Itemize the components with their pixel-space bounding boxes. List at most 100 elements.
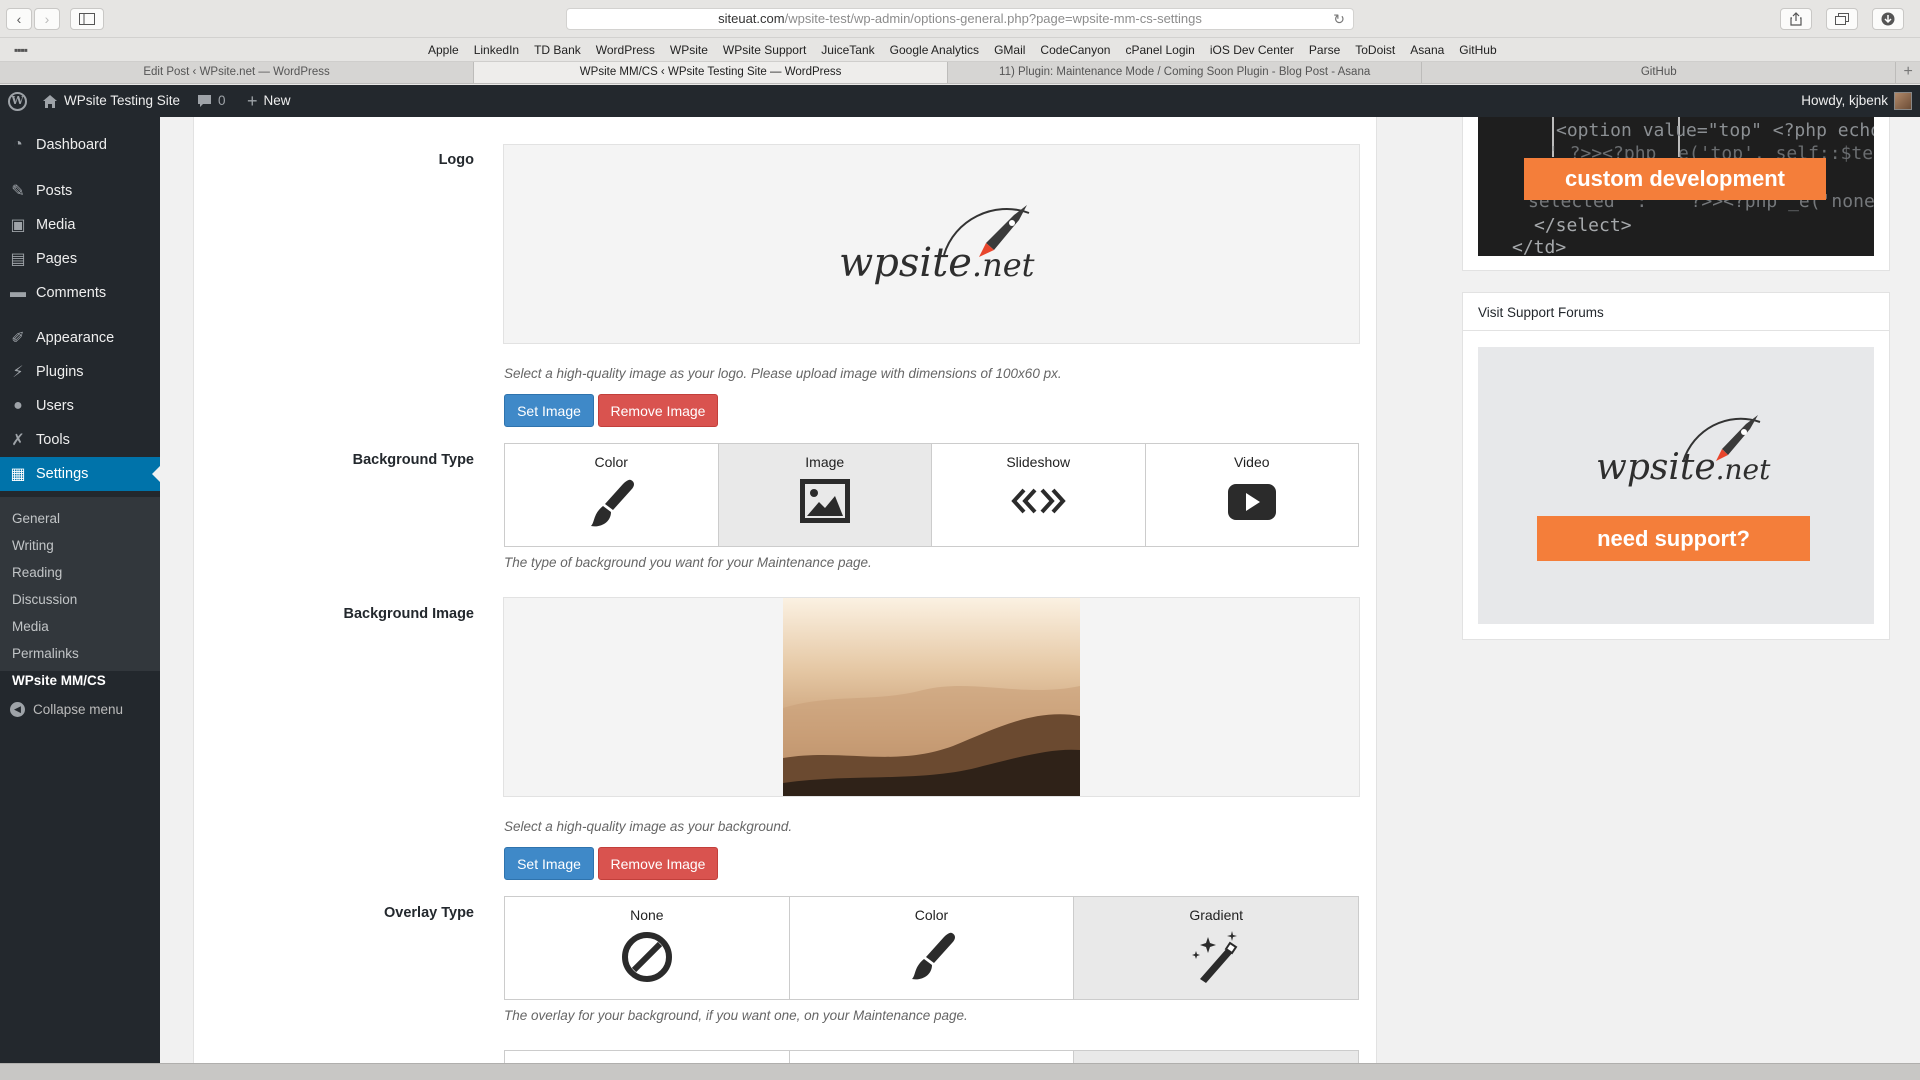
browser-tab[interactable]: 11) Plugin: Maintenance Mode / Coming So… — [948, 62, 1423, 83]
background-remove-image-button[interactable]: Remove Image — [598, 847, 718, 880]
sidebar-item-settings[interactable]: ▦ Settings — [0, 457, 160, 491]
media-icon: ▣ — [10, 217, 26, 234]
bookmark-ios-dev-center[interactable]: iOS Dev Center — [1210, 43, 1294, 57]
bookmark-google-analytics[interactable]: Google Analytics — [890, 43, 979, 57]
submenu-item-discussion[interactable]: Discussion — [12, 592, 77, 607]
bookmark-gmail[interactable]: GMail — [994, 43, 1025, 57]
overlay-type-label: Overlay Type — [383, 905, 474, 921]
magic-wand-icon — [1192, 931, 1238, 983]
browser-tab-strip: Edit Post ‹ WPsite.net — WordPress WPsit… — [0, 62, 1920, 84]
downloads-button[interactable] — [1872, 8, 1904, 30]
background-type-video-option[interactable]: Video — [1146, 444, 1359, 546]
background-set-image-button[interactable]: Set Image — [504, 847, 594, 880]
bookmark-github[interactable]: GitHub — [1459, 43, 1496, 57]
collapse-arrow-icon: ◀ — [10, 702, 25, 717]
bookmark-codecanyon[interactable]: CodeCanyon — [1040, 43, 1110, 57]
partial-option — [505, 1051, 790, 1063]
sidebar-item-dashboard[interactable]: ◔ Dashboard — [0, 128, 160, 162]
rocket-icon — [1682, 415, 1761, 463]
account-menu[interactable]: Howdy, kjbenk — [1801, 85, 1912, 117]
howdy-text: Howdy, kjbenk — [1801, 93, 1888, 108]
tabs-overview-button[interactable] — [1826, 8, 1858, 30]
comments-menu[interactable]: 0 — [197, 85, 226, 117]
apps-grid-icon[interactable]: ▪▪▪▪ — [14, 43, 28, 57]
bookmark-juicetank[interactable]: JuiceTank — [821, 43, 874, 57]
browser-tab-active[interactable]: WPsite MM/CS ‹ WPsite Testing Site — Wor… — [474, 62, 949, 83]
submenu-item-wpsite-mmcs[interactable]: WPsite MM/CS — [12, 673, 106, 688]
background-type-label: Background Type — [352, 452, 474, 468]
comments-count: 0 — [218, 93, 226, 108]
submenu-item-reading[interactable]: Reading — [12, 565, 62, 580]
option-label: Color — [914, 907, 949, 923]
sidebar-item-users[interactable]: ● Users — [0, 389, 160, 423]
bookmark-cpanel-login[interactable]: cPanel Login — [1125, 43, 1194, 57]
url-bar[interactable]: siteuat.com/wpsite-test/wp-admin/options… — [566, 8, 1354, 30]
option-label: None — [630, 907, 664, 923]
collapse-menu-button[interactable]: ◀ Collapse menu — [10, 702, 123, 717]
reload-icon[interactable]: ↻ — [1333, 9, 1345, 29]
collapse-menu-label: Collapse menu — [33, 702, 124, 717]
background-type-slideshow-option[interactable]: Slideshow — [932, 444, 1146, 546]
sidebar-item-pages[interactable]: ▤ Pages — [0, 242, 160, 276]
sidebar-item-label: Appearance — [36, 330, 115, 346]
tabs-icon — [1835, 13, 1849, 25]
window-bottom-edge — [0, 1063, 1920, 1080]
new-content-menu[interactable]: + New — [247, 85, 291, 117]
submenu-item-writing[interactable]: Writing — [12, 538, 54, 553]
sidebar-item-label: Users — [36, 398, 74, 414]
sidebar-item-tools[interactable]: ✗ Tools — [0, 423, 160, 457]
sidebar-item-appearance[interactable]: ✐ Appearance — [0, 321, 160, 355]
image-icon — [799, 479, 850, 523]
overlay-type-none-option[interactable]: None — [505, 897, 790, 999]
bookmark-wpsite[interactable]: WPsite — [670, 43, 708, 57]
logo-preview-box: wpsite.net — [503, 144, 1360, 344]
sidebar-item-media[interactable]: ▣ Media — [0, 208, 160, 242]
settings-submenu: General Writing Reading Discussion Media… — [0, 497, 160, 688]
need-support-button[interactable]: need support? — [1537, 516, 1810, 561]
overlay-type-color-option[interactable]: Color — [790, 897, 1075, 999]
logo-set-image-button[interactable]: Set Image — [504, 394, 594, 427]
support-banner[interactable]: wpsite.net need support? — [1478, 347, 1874, 624]
bookmark-wpsite-support[interactable]: WPsite Support — [723, 43, 806, 57]
back-button[interactable]: ‹ — [6, 8, 32, 30]
share-button[interactable] — [1780, 8, 1812, 30]
bookmark-apple[interactable]: Apple — [428, 43, 459, 57]
partial-option-selected — [1074, 1051, 1358, 1063]
wordpress-logo-menu[interactable]: W — [8, 85, 27, 117]
dashboard-icon: ◔ — [13, 136, 23, 153]
sidebar-item-posts[interactable]: ✎ Posts — [0, 174, 160, 208]
sidebar-item-label: Plugins — [36, 364, 84, 380]
logo-remove-image-button[interactable]: Remove Image — [598, 394, 718, 427]
submenu-item-permalinks[interactable]: Permalinks — [12, 646, 79, 661]
submenu-item-media[interactable]: Media — [12, 619, 49, 634]
background-type-color-option[interactable]: Color — [505, 444, 719, 546]
forward-button[interactable]: › — [34, 8, 60, 30]
custom-development-button[interactable]: custom development — [1524, 158, 1826, 200]
sidebar-item-label: Dashboard — [36, 137, 107, 153]
site-name-menu[interactable]: WPsite Testing Site — [42, 85, 180, 117]
background-image-description: Select a high-quality image as your back… — [504, 819, 793, 834]
submenu-item-general[interactable]: General — [12, 511, 60, 526]
option-label: Video — [1233, 454, 1270, 470]
bookmark-td-bank[interactable]: TD Bank — [534, 43, 581, 57]
sidebar-toggle-button[interactable] — [70, 8, 104, 30]
bookmark-wordpress[interactable]: WordPress — [596, 43, 655, 57]
avatar — [1894, 92, 1912, 110]
background-image-preview-box — [503, 597, 1360, 797]
bookmark-asana[interactable]: Asana — [1410, 43, 1444, 57]
bookmark-parse[interactable]: Parse — [1309, 43, 1340, 57]
new-tab-icon[interactable]: + — [1896, 62, 1920, 83]
sidebar-item-plugins[interactable]: ⚡ Plugins — [0, 355, 160, 389]
user-icon: ● — [13, 397, 23, 414]
overlay-type-options: None Color Gradient — [504, 896, 1359, 1000]
overlay-type-description: The overlay for your background, if you … — [504, 1008, 968, 1023]
custom-development-banner[interactable]: <option value="top" <?php echo is ' ?>><… — [1478, 117, 1874, 256]
browser-tab[interactable]: Edit Post ‹ WPsite.net — WordPress — [0, 62, 475, 83]
bookmark-linkedin[interactable]: LinkedIn — [474, 43, 519, 57]
overlay-type-gradient-option[interactable]: Gradient — [1074, 897, 1359, 999]
sidebar-item-comments[interactable]: ▬ Comments — [0, 276, 160, 310]
background-type-description: The type of background you want for your… — [504, 555, 872, 570]
bookmark-todoist[interactable]: ToDoist — [1355, 43, 1395, 57]
background-type-image-option[interactable]: Image — [718, 444, 932, 546]
browser-tab[interactable]: GitHub — [1422, 62, 1897, 83]
